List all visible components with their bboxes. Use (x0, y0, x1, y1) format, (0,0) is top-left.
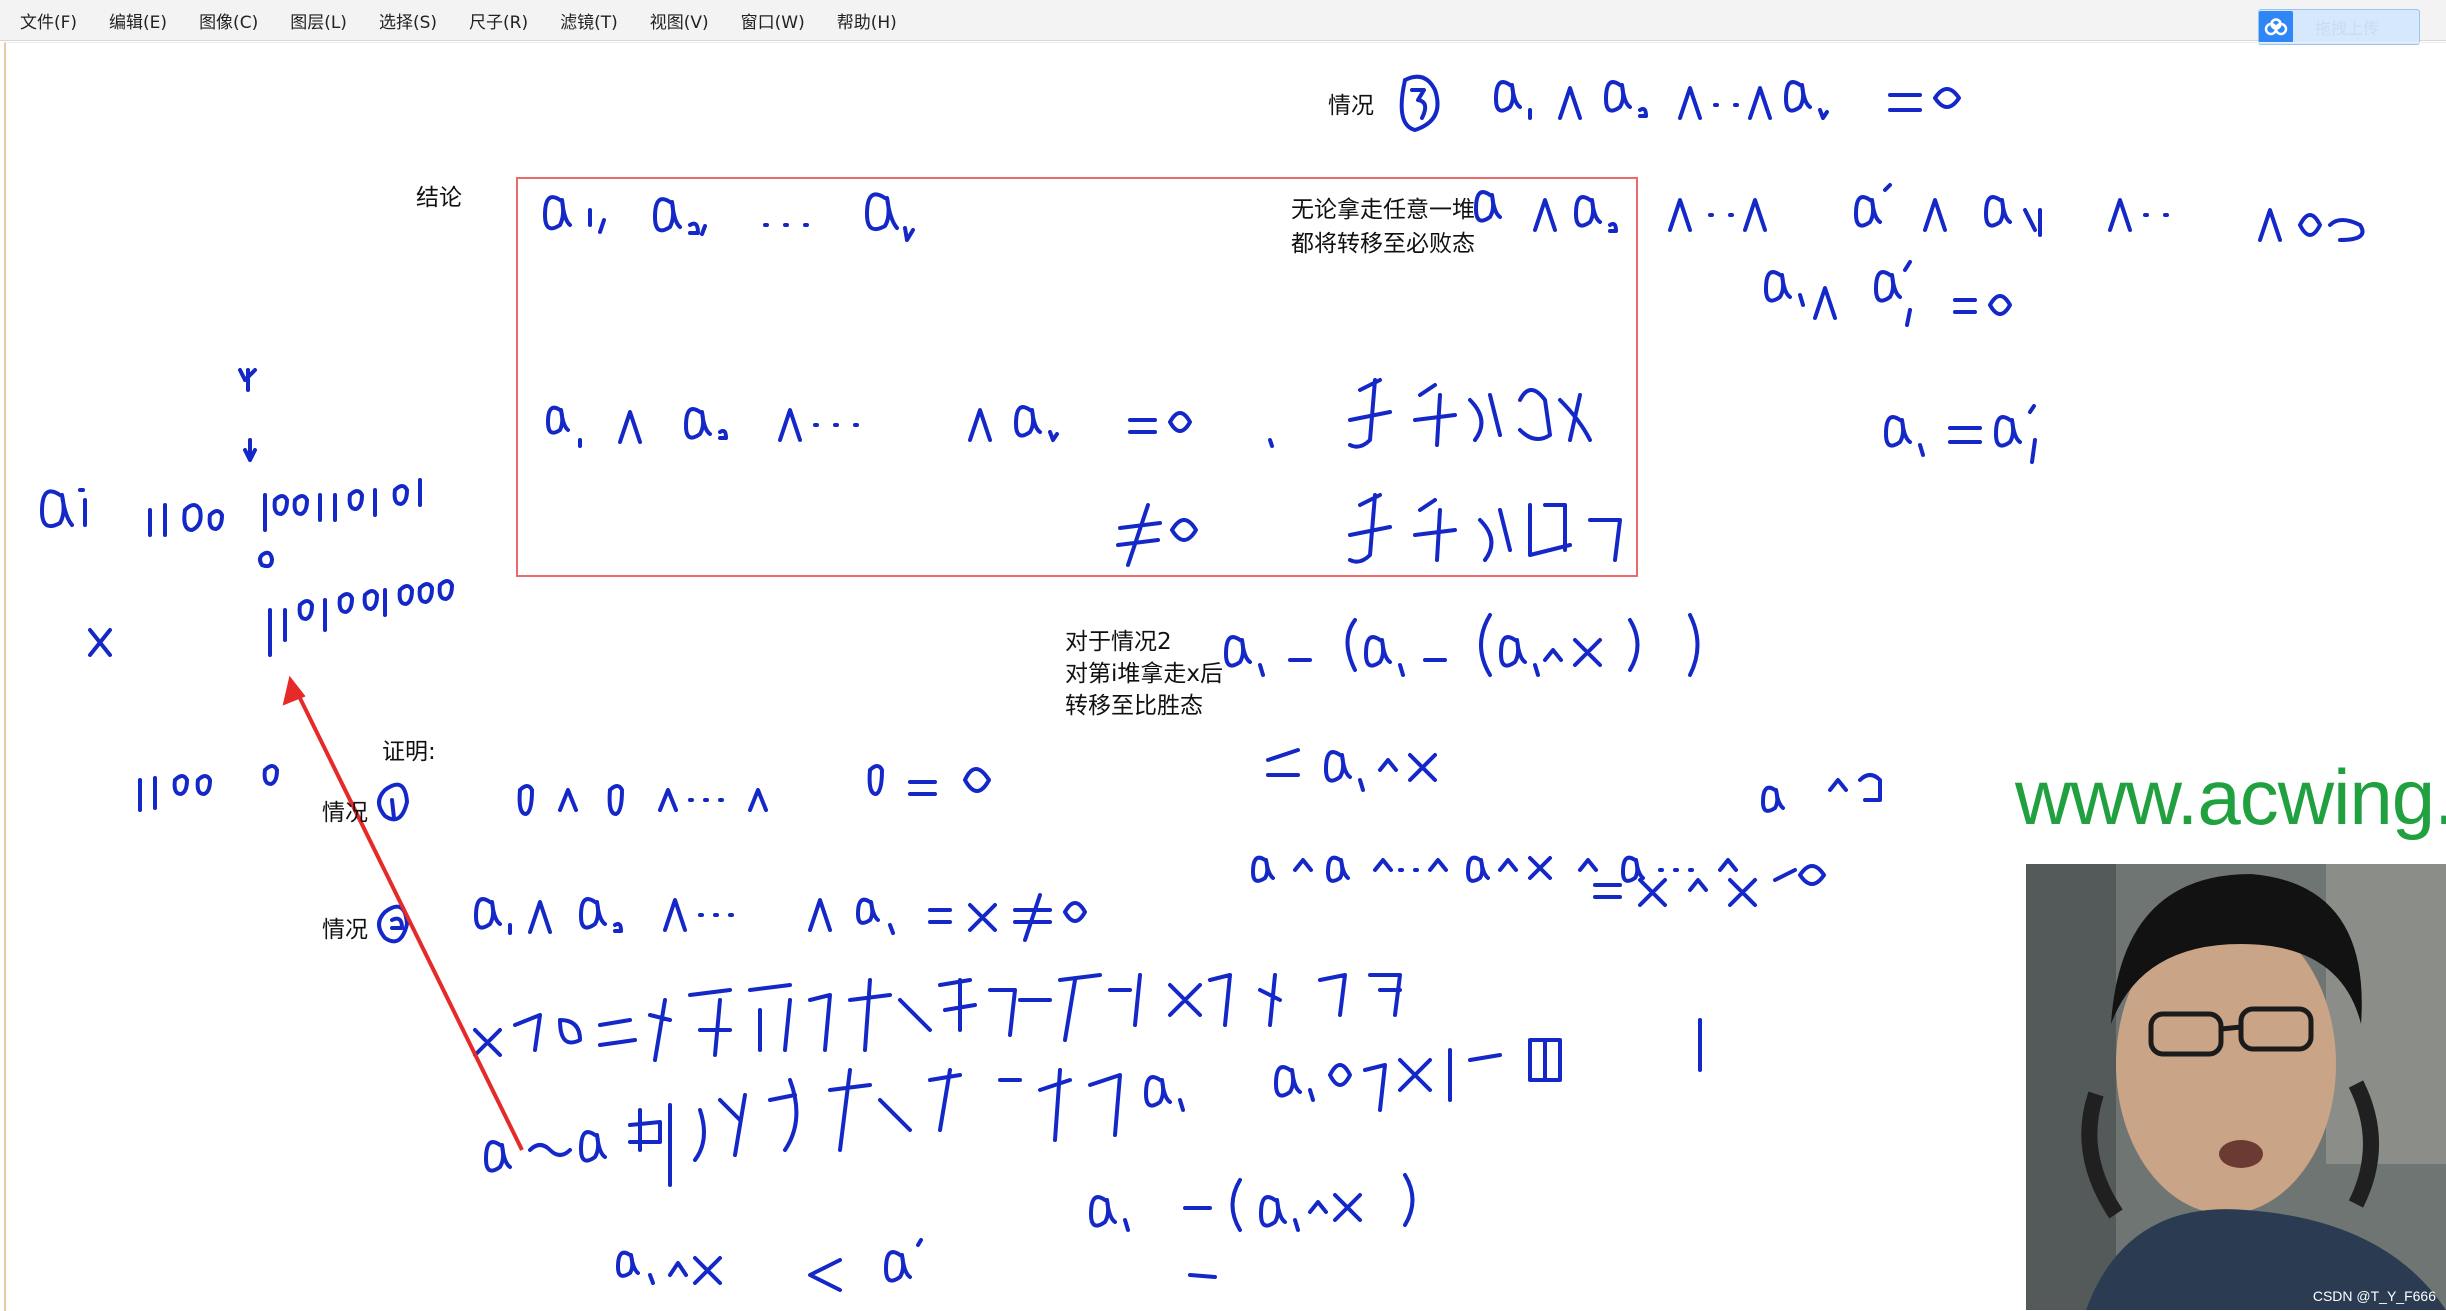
ink-stroke (474, 893, 1087, 942)
ink-stroke (484, 1103, 672, 1187)
webcam-overlay: CSDN @T_Y_F666 (2026, 864, 2446, 1310)
ink-stroke (1494, 80, 1961, 120)
ink-stroke (473, 983, 832, 1062)
csdn-credit: CSDN @T_Y_F666 (2312, 1288, 2436, 1304)
case1-label: 情况 (322, 800, 368, 826)
ink-stroke (616, 1238, 923, 1292)
ink-stroke (1410, 88, 1428, 120)
case2-note-line3: 转移至比胜态 (1065, 693, 1203, 719)
ink-stroke (543, 195, 572, 231)
presenter-video (2026, 864, 2446, 1310)
ink-stroke (88, 628, 112, 657)
ink-stroke (588, 208, 606, 234)
ink-stroke (258, 550, 274, 569)
ink-stroke (653, 197, 707, 236)
ink-stroke (546, 405, 1274, 448)
ink-stroke (517, 764, 991, 816)
ink-stroke (40, 488, 87, 528)
conclusion-label: 结论 (416, 185, 462, 211)
case3-label: 情况 (1328, 93, 1374, 119)
acwing-watermark: www.acwing.c (2015, 753, 2446, 841)
ink-stroke (1251, 773, 1882, 883)
ink-stroke (1593, 864, 1826, 907)
ink-stroke (865, 192, 915, 242)
ink-stroke (848, 973, 1402, 1052)
case2-note-line2: 对第i堆拿走x后 (1065, 661, 1224, 687)
ink-stroke (377, 782, 409, 822)
ink-stroke (238, 368, 257, 462)
ink-stroke (1348, 493, 1622, 564)
ink-stroke (268, 579, 454, 657)
case2-label: 情况 (322, 917, 368, 943)
ink-stroke (1144, 1018, 1702, 1112)
ink-stroke (1348, 378, 1592, 449)
ink-stroke (693, 1068, 1122, 1162)
note-any-move-line1: 无论拿走任意一堆 (1291, 197, 1475, 223)
ink-stroke (1116, 503, 1198, 567)
ink-stroke (1399, 74, 1440, 132)
ink-stroke (138, 764, 279, 812)
ink-stroke (1266, 748, 1437, 792)
ink-stroke (1224, 613, 1700, 677)
note-any-move-line2: 都将转移至必败态 (1291, 231, 1475, 257)
ink-stroke (1884, 404, 2037, 464)
ink-stroke (1764, 260, 2012, 327)
ink-stroke (148, 478, 422, 537)
ink-stroke (1089, 1173, 1415, 1279)
ink-stroke (1474, 183, 2365, 242)
proof-label: 证明: (382, 739, 436, 765)
case2-note-line1: 对于情况2 (1065, 629, 1172, 655)
